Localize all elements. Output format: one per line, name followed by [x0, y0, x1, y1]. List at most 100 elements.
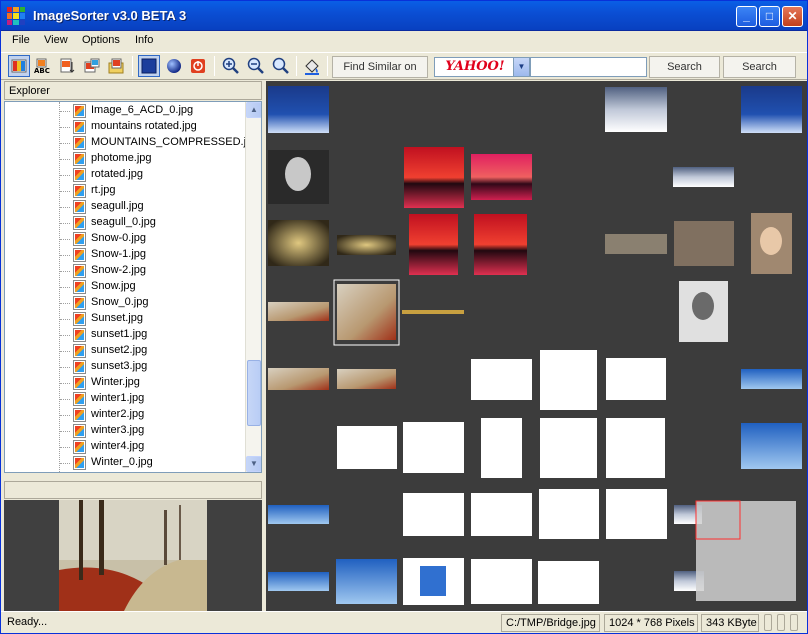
image-canvas[interactable]: [266, 81, 807, 611]
splitter-bar[interactable]: [4, 481, 262, 499]
tree-file-item[interactable]: Snow-1.jpg: [5, 247, 245, 263]
stop-icon[interactable]: [187, 55, 209, 77]
tree-file-item[interactable]: Winter_0.jpg: [5, 455, 245, 471]
thumbnail-image[interactable]: [404, 147, 464, 208]
search-similar-button[interactable]: Search Similar: [723, 56, 796, 93]
thumbnail-image[interactable]: [402, 310, 464, 314]
paint-bucket-icon[interactable]: [301, 55, 323, 77]
thumbnail-image[interactable]: [403, 422, 464, 473]
thumbnail-image[interactable]: [605, 234, 667, 254]
sphere-view-icon[interactable]: [163, 55, 185, 77]
image-file-icon: [73, 312, 86, 326]
thumbnail-image[interactable]: [471, 559, 532, 604]
find-similar-on-disk-button[interactable]: Find Similar on Disk: [332, 56, 428, 93]
window-title: ImageSorter v3.0 BETA 3: [33, 8, 187, 23]
tree-file-item[interactable]: Snow-0.jpg: [5, 231, 245, 247]
thumbnail-image[interactable]: [674, 221, 734, 266]
tree-file-item[interactable]: Winter.jpg: [5, 375, 245, 391]
selected-thumbnail[interactable]: [337, 284, 396, 340]
thumbnail-image[interactable]: [420, 566, 446, 596]
plane-view-icon[interactable]: [138, 55, 160, 77]
thumbnail-image[interactable]: [337, 369, 396, 389]
thumbnail-image[interactable]: [268, 302, 329, 321]
thumbnail-image[interactable]: [268, 572, 329, 591]
vertical-scrollbar[interactable]: ▲ ▼: [245, 102, 261, 472]
tree-file-item[interactable]: sunset1.jpg: [5, 327, 245, 343]
tree-branch-line: [60, 111, 70, 112]
scroll-up-icon[interactable]: ▲: [246, 102, 261, 118]
search-input[interactable]: [530, 57, 647, 77]
thumbnail-image[interactable]: [540, 350, 597, 410]
thumbnail-image[interactable]: [606, 418, 665, 478]
menu-view[interactable]: View: [44, 34, 68, 46]
tree-file-item[interactable]: winter1.jpg: [5, 391, 245, 407]
thumbnail-image[interactable]: [471, 359, 532, 400]
maximize-button[interactable]: □: [759, 6, 780, 27]
tree-file-item[interactable]: winter4.jpg: [5, 439, 245, 455]
thumbnail-image[interactable]: [540, 418, 597, 478]
chevron-down-icon[interactable]: ▼: [513, 58, 529, 76]
tree-file-item[interactable]: Snow.jpg: [5, 279, 245, 295]
thumbnail-image[interactable]: [337, 426, 397, 469]
thumbnail-image[interactable]: [337, 235, 396, 255]
tree-file-item[interactable]: seagull_0.jpg: [5, 215, 245, 231]
sort-name-icon[interactable]: ABC: [32, 55, 54, 77]
thumbnail-image[interactable]: [409, 214, 458, 275]
tree-branch-line: [60, 127, 70, 128]
tree-file-item[interactable]: Snow_0.jpg: [5, 295, 245, 311]
close-button[interactable]: ✕: [782, 6, 803, 27]
scroll-thumb[interactable]: [247, 360, 261, 426]
thumbnail-image[interactable]: [539, 489, 599, 539]
thumbnail-image[interactable]: [268, 86, 329, 133]
sort-color-icon[interactable]: [8, 55, 30, 77]
tree-file-item[interactable]: mountains rotated.jpg: [5, 119, 245, 135]
tree-file-item[interactable]: Sunset.jpg: [5, 311, 245, 327]
sort-folder-icon[interactable]: [105, 55, 127, 77]
zoom-out-icon[interactable]: [245, 55, 267, 77]
thumbnail-image[interactable]: [538, 561, 599, 604]
tree-file-item[interactable]: photome.jpg: [5, 151, 245, 167]
thumbnail-image[interactable]: [741, 369, 802, 389]
thumbnail-image[interactable]: [741, 86, 802, 133]
tree-file-item[interactable]: sunset3.jpg: [5, 359, 245, 375]
tree-file-item[interactable]: winter3.jpg: [5, 423, 245, 439]
zoom-fit-icon[interactable]: [270, 55, 292, 77]
tree-file-item[interactable]: rt.jpg: [5, 183, 245, 199]
file-tree[interactable]: Image_6_ACD_0.jpg mountains rotated.jpg MO…: [4, 101, 262, 473]
menu-file[interactable]: File: [12, 34, 30, 46]
tree-file-item[interactable]: sunset2.jpg: [5, 343, 245, 359]
tree-file-item[interactable]: MOUNTAINS_COMPRESSED.j...: [5, 135, 255, 151]
overview-navigator[interactable]: [696, 501, 796, 601]
thumbnail-image[interactable]: [471, 493, 532, 536]
thumbnail-image[interactable]: [268, 220, 329, 266]
thumbnail-image[interactable]: [481, 418, 522, 478]
menu-options[interactable]: Options: [82, 34, 120, 46]
thumbnail-image[interactable]: [403, 493, 464, 536]
thumbnail-image[interactable]: [606, 489, 667, 539]
tree-file-item[interactable]: Image_6_ACD_0.jpg: [5, 103, 245, 119]
thumbnail-image[interactable]: [606, 358, 666, 400]
tree-file-item[interactable]: Snow-2.jpg: [5, 263, 245, 279]
search-button[interactable]: Search: [649, 56, 720, 78]
portrait-face: [692, 292, 714, 320]
tree-file-item[interactable]: seagull.jpg: [5, 199, 245, 215]
thumbnail-image[interactable]: [474, 214, 527, 275]
thumbnail-image[interactable]: [268, 368, 329, 390]
thumbnail-image[interactable]: [673, 167, 734, 187]
tree-file-item[interactable]: winter2.jpg: [5, 407, 245, 423]
thumbnail-image[interactable]: [268, 505, 329, 524]
tree-file-item[interactable]: rotated.jpg: [5, 167, 245, 183]
scroll-down-icon[interactable]: ▼: [246, 456, 261, 472]
title-bar[interactable]: ImageSorter v3.0 BETA 3 _ □ ✕: [1, 1, 807, 31]
sort-date-icon[interactable]: [56, 55, 78, 77]
zoom-in-icon[interactable]: [220, 55, 242, 77]
thumbnail-image[interactable]: [741, 423, 802, 469]
menu-info[interactable]: Info: [135, 34, 153, 46]
minimize-button[interactable]: _: [736, 6, 757, 27]
thumbnail-image[interactable]: [336, 559, 397, 604]
thumbnail-image[interactable]: [471, 154, 532, 200]
search-engine-select[interactable]: YAHOO! ▼: [434, 57, 530, 77]
thumbnail-image[interactable]: [605, 87, 667, 132]
thumbnail-plane[interactable]: [266, 81, 807, 611]
sort-size-icon[interactable]: [81, 55, 103, 77]
